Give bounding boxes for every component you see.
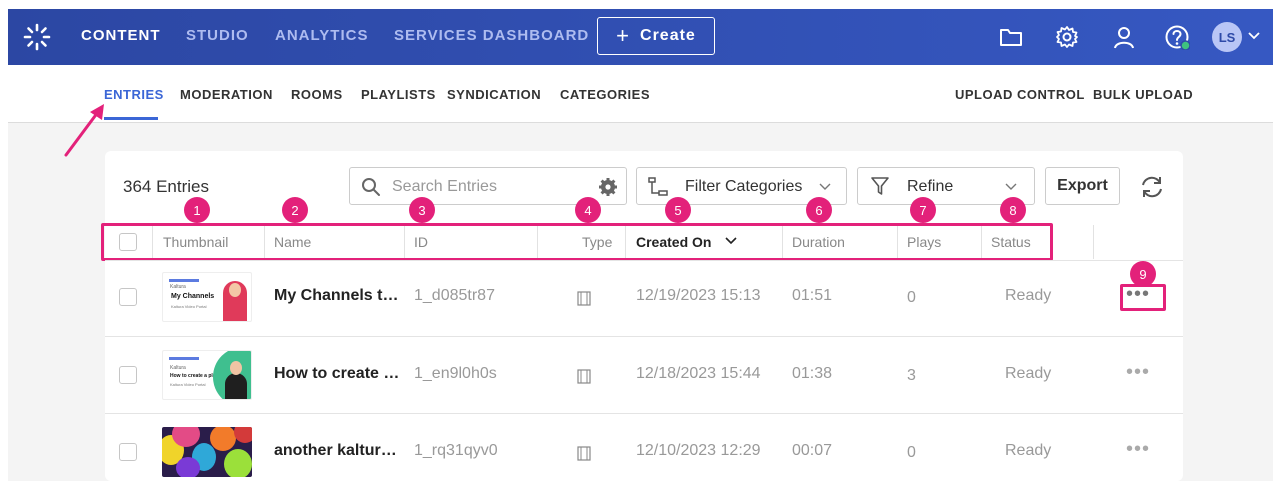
filter-categories-label: Filter Categories	[685, 178, 803, 195]
annotation-badge-3: 3	[409, 197, 435, 223]
search-settings-gear-icon[interactable]	[598, 177, 618, 197]
avatar[interactable]: LS	[1212, 22, 1242, 52]
row-actions-menu[interactable]: •••	[1126, 361, 1150, 384]
entry-duration: 00:07	[792, 442, 833, 459]
thumbnail-brand: Kaltura	[170, 284, 186, 290]
entry-plays: 0	[907, 444, 916, 461]
annotation-badge-5: 5	[665, 197, 691, 223]
entry-duration: 01:38	[792, 365, 833, 382]
entry-id: 1_rq31qyv0	[414, 442, 498, 459]
refresh-icon[interactable]	[1139, 174, 1165, 200]
topnav-studio[interactable]: STUDIO	[186, 27, 249, 44]
chevron-down-icon	[1005, 183, 1017, 190]
entry-created-on: 12/18/2023 15:44	[636, 365, 761, 382]
entry-thumbnail[interactable]	[162, 427, 252, 477]
entry-name[interactable]: My Channels t…	[274, 287, 398, 305]
entry-plays: 3	[907, 367, 916, 384]
search-icon	[362, 178, 380, 196]
tab-rooms[interactable]: ROOMS	[291, 87, 343, 102]
filter-icon	[871, 177, 889, 195]
plus-icon: +	[616, 23, 631, 48]
folder-icon[interactable]	[998, 24, 1024, 50]
bulk-upload-link[interactable]: BULK UPLOAD	[1093, 87, 1193, 102]
thumbnail-subtitle: Kaltura Video Portal	[170, 382, 206, 387]
row-divider	[105, 413, 1183, 414]
column-header-highlight	[101, 223, 1053, 261]
annotation-badge-6: 6	[806, 197, 832, 223]
entry-duration: 01:51	[792, 287, 833, 304]
entry-status: Ready	[1005, 287, 1052, 304]
create-button[interactable]: + Create	[597, 17, 715, 55]
chevron-down-icon[interactable]	[1248, 31, 1260, 41]
entry-thumbnail[interactable]: Kaltura My Channels Kaltura Video Portal	[162, 272, 252, 322]
export-button[interactable]: Export	[1045, 167, 1120, 205]
entry-name[interactable]: another kaltur…	[274, 442, 397, 460]
column-separator	[1093, 225, 1094, 259]
entry-plays: 0	[907, 289, 916, 306]
entry-created-on: 12/19/2023 15:13	[636, 287, 761, 304]
user-icon[interactable]	[1111, 24, 1137, 50]
entry-name[interactable]: How to create …	[274, 365, 399, 383]
row-checkbox[interactable]	[119, 366, 137, 384]
video-type-icon	[577, 446, 591, 461]
search-placeholder: Search Entries	[392, 178, 497, 195]
entry-status: Ready	[1005, 442, 1052, 459]
video-type-icon	[577, 369, 591, 384]
row-actions-highlight	[1120, 284, 1166, 311]
row-divider	[105, 336, 1183, 337]
thumbnail-title: My Channels	[171, 293, 215, 300]
tab-moderation[interactable]: MODERATION	[180, 87, 273, 102]
row-divider	[105, 260, 1183, 261]
topnav-services-dashboard[interactable]: SERVICES DASHBOARD	[394, 27, 589, 44]
kaltura-logo-icon[interactable]	[23, 23, 51, 51]
create-button-label: Create	[640, 27, 696, 44]
entry-created-on: 12/10/2023 12:29	[636, 442, 761, 459]
app-root: CONTENT STUDIO ANALYTICS SERVICES DASHBO…	[0, 0, 1273, 481]
tab-categories[interactable]: CATEGORIES	[560, 87, 650, 102]
annotation-arrow-icon	[64, 104, 104, 157]
topnav-analytics[interactable]: ANALYTICS	[275, 27, 368, 44]
annotation-badge-7: 7	[910, 197, 936, 223]
video-type-icon	[577, 291, 591, 306]
annotation-badge-8: 8	[1000, 197, 1026, 223]
row-actions-menu[interactable]: •••	[1126, 438, 1150, 461]
entries-count: 364 Entries	[123, 177, 209, 196]
annotation-badge-2: 2	[282, 197, 308, 223]
thumbnail-subtitle: Kaltura Video Portal	[171, 304, 207, 309]
entry-status: Ready	[1005, 365, 1052, 382]
active-tab-indicator	[104, 117, 158, 120]
row-checkbox[interactable]	[119, 443, 137, 461]
tab-syndication[interactable]: SYNDICATION	[447, 87, 541, 102]
top-navigation-bar: CONTENT STUDIO ANALYTICS SERVICES DASHBO…	[8, 9, 1273, 65]
annotation-badge-4: 4	[575, 197, 601, 223]
refine-label: Refine	[907, 178, 954, 195]
thumbnail-brand: Kaltura	[170, 365, 186, 371]
tab-entries[interactable]: ENTRIES	[104, 87, 164, 102]
help-icon[interactable]	[1164, 24, 1190, 50]
entry-id: 1_en9l0h0s	[414, 365, 497, 382]
upload-control-link[interactable]: UPLOAD CONTROL	[955, 87, 1085, 102]
chevron-down-icon	[819, 183, 831, 190]
category-tree-icon	[648, 177, 668, 196]
gear-icon[interactable]	[1054, 24, 1080, 50]
tab-playlists[interactable]: PLAYLISTS	[361, 87, 436, 102]
topnav-content[interactable]: CONTENT	[81, 27, 161, 44]
annotation-badge-1: 1	[184, 197, 210, 223]
entry-id: 1_d085tr87	[414, 287, 495, 304]
entry-thumbnail[interactable]: Kaltura How to create a playlist Kaltura…	[162, 350, 252, 400]
row-checkbox[interactable]	[119, 288, 137, 306]
